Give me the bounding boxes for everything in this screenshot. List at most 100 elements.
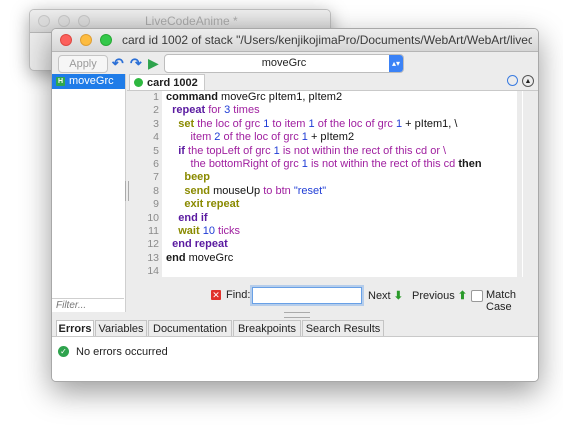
- line-number: 7: [153, 171, 159, 184]
- clock-icon[interactable]: [507, 75, 518, 86]
- split-handle-horizontal[interactable]: [284, 312, 310, 318]
- editor-tabstrip: card 1002 ▲: [127, 74, 538, 91]
- code-line[interactable]: 13 end moveGrc: [147, 251, 523, 265]
- code-line[interactable]: 1 command moveGrc pItem1, pItem2: [153, 91, 523, 104]
- handler-list-item[interactable]: H moveGrc: [52, 74, 125, 89]
- tab-breakpoints[interactable]: Breakpoints: [233, 320, 301, 336]
- handler-select-value: moveGrc: [261, 57, 307, 69]
- match-case-checkbox[interactable]: [471, 290, 483, 302]
- handler-icon: H: [56, 77, 65, 86]
- apply-button[interactable]: Apply: [58, 55, 108, 73]
- check-circle-icon: ✓: [58, 346, 69, 357]
- code-line[interactable]: 6 the bottomRight of grc 1 is not within…: [153, 157, 523, 171]
- code-token: of: [268, 131, 284, 144]
- find-previous-button[interactable]: Previous ⬆: [412, 289, 467, 302]
- code-token: bottomRight: [208, 157, 269, 170]
- code-line[interactable]: 5 if the topLeft of grc 1 is not within …: [153, 144, 523, 158]
- toolbar: Apply ↶ ↷ ▶ moveGrc ▴▾: [52, 52, 538, 74]
- code-token: of: [362, 117, 378, 130]
- code-token: repeat: [172, 104, 206, 117]
- close-button[interactable]: [38, 15, 50, 27]
- code-token: to: [269, 117, 285, 130]
- code-token: loc: [215, 117, 230, 130]
- line-number: 14: [147, 265, 159, 278]
- code-token: topLeft: [206, 144, 241, 157]
- status-dot-icon: [134, 78, 143, 87]
- code-line[interactable]: 11 wait 10 ticks: [148, 224, 523, 238]
- tab-search-results[interactable]: Search Results: [302, 320, 384, 336]
- code-token: loc: [348, 117, 363, 130]
- script-editor-window: card id 1002 of stack "/Users/kenjikojim…: [51, 28, 539, 382]
- code-token: rect: [389, 157, 409, 170]
- code-token: the: [194, 117, 216, 130]
- find-input[interactable]: [252, 287, 362, 304]
- find-next-label: Next: [368, 290, 391, 302]
- code-editor[interactable]: 1 command moveGrc pItem1, pItem2 2 repeat …: [130, 91, 523, 277]
- code-line[interactable]: 9 exit repeat: [153, 198, 523, 211]
- code-token: end repeat: [172, 238, 228, 251]
- code-line[interactable]: 2 repeat for 3 times: [153, 104, 523, 117]
- run-icon[interactable]: ▶: [148, 54, 159, 72]
- split-handle-vertical[interactable]: [125, 181, 129, 201]
- handler-list: H moveGrc Filter...: [52, 74, 126, 312]
- line-number: 5: [153, 144, 159, 157]
- code-line[interactable]: 8 send mouseUp to btn "reset": [153, 184, 523, 198]
- code-token: times: [230, 104, 260, 117]
- code-token: 10: [202, 224, 215, 237]
- code-line[interactable]: 7 beep: [153, 171, 523, 184]
- redo-icon[interactable]: ↷: [130, 54, 142, 72]
- find-next-button[interactable]: Next ⬇: [368, 289, 403, 302]
- code-line[interactable]: 12 end repeat: [147, 238, 523, 251]
- minimize-button[interactable]: [80, 34, 92, 46]
- filter-input[interactable]: Filter...: [52, 298, 124, 312]
- handler-select[interactable]: moveGrc ▴▾: [164, 54, 404, 73]
- code-token: of: [268, 157, 284, 170]
- code-token: "reset": [293, 184, 327, 197]
- tab-card[interactable]: card 1002: [129, 74, 205, 90]
- code-line[interactable]: 14: [147, 265, 523, 278]
- code-token: exit repeat: [184, 198, 240, 211]
- close-button[interactable]: [60, 34, 72, 46]
- minimize-button[interactable]: [58, 15, 70, 27]
- code-token: is not within the: [279, 144, 362, 157]
- code-token: the: [184, 144, 207, 157]
- line-number: 2: [153, 104, 159, 117]
- code-token: + pItem2: [307, 131, 355, 144]
- code-token: end if: [178, 211, 208, 224]
- zoom-button[interactable]: [100, 34, 112, 46]
- zoom-button[interactable]: [78, 15, 90, 27]
- code-token: for: [205, 104, 225, 117]
- code-token: grc: [377, 117, 393, 130]
- code-token: is not within the: [307, 157, 390, 170]
- arrow-up-icon: ⬆: [457, 290, 468, 302]
- code-token: grc: [283, 131, 299, 144]
- close-find-icon[interactable]: ✕: [211, 290, 221, 300]
- code-line[interactable]: 4 item 2 of the loc of grc 1 + pItem2: [153, 131, 523, 144]
- code-token: moveGrc: [185, 251, 234, 264]
- tab-errors[interactable]: Errors: [56, 320, 94, 336]
- handler-list-item-label: moveGrc: [69, 75, 114, 87]
- chevron-up-icon[interactable]: ▲: [522, 75, 534, 87]
- code-token: of: [229, 117, 245, 130]
- tab-card-label: card 1002: [147, 76, 198, 89]
- code-token: of: [240, 144, 256, 157]
- code-line[interactable]: 3 set the loc of grc 1 to item 1 of the …: [153, 117, 523, 131]
- editor-scrollbar[interactable]: [517, 91, 522, 277]
- code-line[interactable]: 10 end if: [147, 211, 523, 225]
- find-bar: ✕ Find: Next ⬇ Previous ⬆ Match Case: [202, 287, 538, 313]
- code-token: if: [178, 144, 185, 157]
- tab-variables[interactable]: Variables: [95, 320, 147, 336]
- line-number: 8: [153, 184, 159, 197]
- code-token: wait: [178, 224, 200, 237]
- tab-documentation[interactable]: Documentation: [148, 320, 232, 336]
- code-token: btn: [272, 184, 294, 197]
- match-case-label: Match Case: [486, 289, 516, 313]
- find-label: Find:: [226, 289, 251, 301]
- code-area[interactable]: 1 command moveGrc pItem1, pItem2 2 repeat …: [147, 91, 523, 278]
- undo-icon[interactable]: ↶: [112, 54, 124, 72]
